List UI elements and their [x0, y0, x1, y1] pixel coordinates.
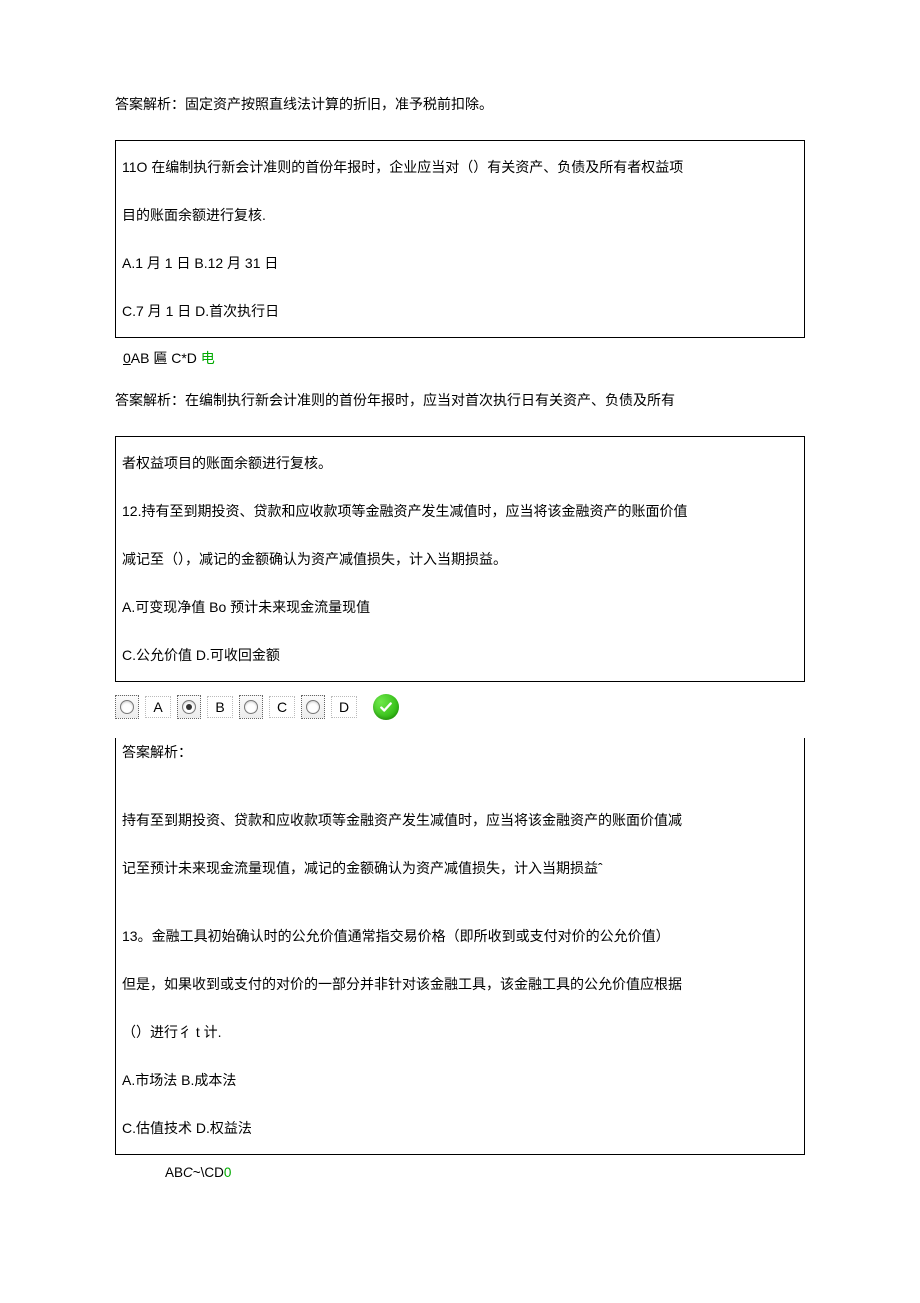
q12-radio-b-label: B	[207, 696, 233, 718]
q12-radio-b[interactable]	[177, 695, 201, 719]
q11-correct-mark: 电	[197, 350, 215, 366]
q11-question-box: 11O 在编制执行新会计准则的首份年报时，企业应当对（）有关资产、负债及所有者权…	[115, 140, 805, 338]
q11-choice-underlined: 0	[123, 350, 131, 366]
q11-option-ab: A.1 月 1 日 B.12 月 31 日	[122, 249, 798, 277]
q12-answer-and-q13-box: 答案解析： 持有至到期投资、贷款和应收款项等金融资产发生减值时，应当将该金融资产…	[115, 738, 805, 1155]
q12-radio-c[interactable]	[239, 695, 263, 719]
q12-answer-line1: 持有至到期投资、贷款和应收款项等金融资产发生减值时，应当将该金融资产的账面价值减	[122, 806, 798, 834]
q12-option-ab: A.可变现净值 Bo 预计未来现金流量现值	[122, 593, 798, 621]
q11-stem-line2: 目的账面余额进行复核.	[122, 201, 798, 229]
q11-answer-continued: 者权益项目的账面余额进行复核。	[122, 449, 798, 477]
q13-stem-line3: （）进行彳 t 计.	[122, 1018, 798, 1046]
q13-stem-line2: 但是，如果收到或支付的对价的一部分并非针对该金融工具，该金融工具的公允价值应根据	[122, 970, 798, 998]
q12-radio-a-label: A	[145, 696, 171, 718]
q13-option-ab: A.市场法 B.成本法	[122, 1066, 798, 1094]
q12-answer-label: 答案解析：	[122, 738, 798, 766]
q12-radio-d-label: D	[331, 696, 357, 718]
q11-option-cd: C.7 月 1 日 D.首次执行日	[122, 297, 798, 325]
q13-option-cd: C.估值技术 D.权益法	[122, 1114, 798, 1142]
q12-radio-group: A B C D	[115, 694, 805, 720]
q12-radio-c-label: C	[269, 696, 295, 718]
q12-stem-line2: 减记至（），减记的金额确认为资产减值损失，计入当期损益。	[122, 545, 798, 573]
correct-check-icon	[373, 694, 399, 720]
q13-correct-mark: 0	[224, 1165, 232, 1180]
q12-answer-line2: 记至预计未来现金流量现值，减记的金额确认为资产减值损失，计入当期损益ˆ	[122, 854, 798, 882]
q12-option-cd: C.公允价值 D.可收回金额	[122, 641, 798, 669]
q11-stem-line1: 11O 在编制执行新会计准则的首份年报时，企业应当对（）有关资产、负债及所有者权…	[122, 153, 798, 181]
q13-choice-line: ABC~\CD0	[165, 1165, 805, 1180]
q11-answer-explain: 答案解析：在编制执行新会计准则的首份年报时，应当对首次执行日有关资产、负债及所有	[115, 386, 805, 414]
q12-question-box: 者权益项目的账面余额进行复核。 12.持有至到期投资、贷款和应收款项等金融资产发…	[115, 436, 805, 682]
q12-radio-a[interactable]	[115, 695, 139, 719]
q13-stem-line1: 13。金融工具初始确认时的公允价值通常指交易价格（即所收到或支付对价的公允价值）	[122, 922, 798, 950]
q10-answer-explain: 答案解析：固定资产按照直线法计算的折旧，准予税前扣除。	[115, 90, 805, 118]
q12-radio-d[interactable]	[301, 695, 325, 719]
q12-stem-line1: 12.持有至到期投资、贷款和应收款项等金融资产发生减值时，应当将该金融资产的账面…	[122, 497, 798, 525]
q12-radio-b-selected-dot	[186, 704, 192, 710]
q11-choice-line: 0AB 匾 C*D 电	[123, 348, 805, 368]
